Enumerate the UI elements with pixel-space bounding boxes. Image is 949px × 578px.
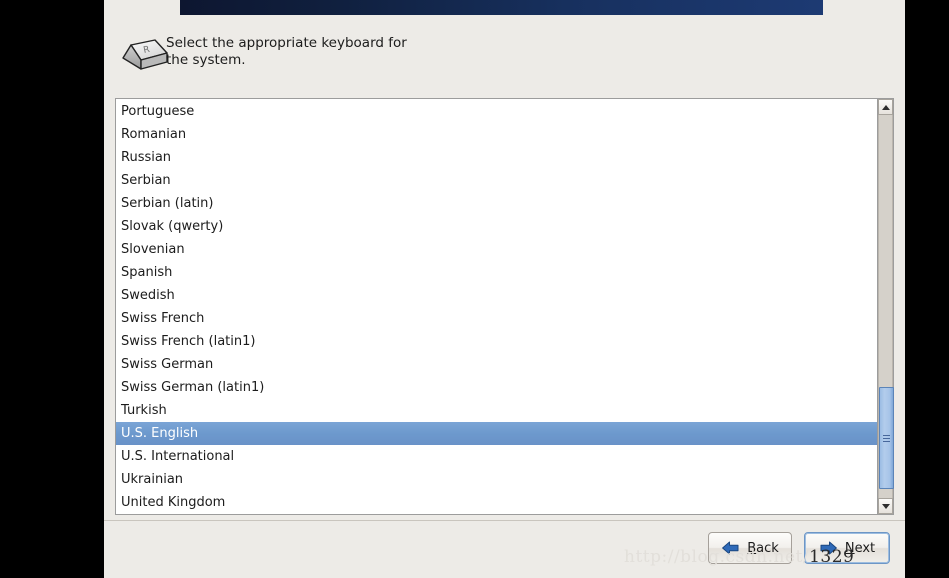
arrow-right-icon [819,540,838,556]
scroll-up-glyph [881,104,890,110]
list-item[interactable]: Spanish [116,261,877,284]
installer-banner [180,0,823,15]
scroll-down-glyph [881,503,890,509]
scroll-down-arrow-icon[interactable] [878,498,893,514]
navigation-button-bar: Back Next [104,520,905,578]
list-item[interactable]: Slovak (qwerty) [116,215,877,238]
list-item[interactable]: Russian [116,146,877,169]
screen-root: R Select the appropriate keyboard for th… [0,0,949,578]
keyboard-layout-listbox[interactable]: Portuguese Romanian Russian Serbian Serbian … [115,98,894,515]
scrollbar-thumb[interactable] [879,387,894,489]
back-button-mnemonic: B [747,540,757,556]
list-item[interactable]: Ukrainian [116,468,877,491]
list-item[interactable]: Slovenian [116,238,877,261]
keyboard-prompt-line1: Select the appropriate keyboard for [166,35,407,51]
scrollbar-track[interactable] [878,115,894,498]
list-item[interactable]: Portuguese [116,100,877,123]
installer-window: R Select the appropriate keyboard for th… [104,0,905,578]
list-item[interactable]: Serbian (latin) [116,192,877,215]
arrow-left-icon [721,540,740,556]
back-button-label-rest: ack [756,540,779,556]
list-item[interactable]: Swiss German (latin1) [116,376,877,399]
keyboard-prompt-text: Select the appropriate keyboard for the … [166,35,496,69]
next-button-mnemonic: N [844,540,855,556]
list-item[interactable]: Serbian [116,169,877,192]
list-item[interactable]: Swedish [116,284,877,307]
list-item[interactable]: Swiss French (latin1) [116,330,877,353]
list-item[interactable]: U.S. International [116,445,877,468]
installer-header: R Select the appropriate keyboard for th… [104,28,905,86]
list-rows-container: Portuguese Romanian Russian Serbian Serbian … [116,99,877,514]
back-button[interactable]: Back [708,532,792,564]
scroll-up-arrow-icon[interactable] [878,99,893,115]
list-item[interactable]: U.S. English [116,422,877,445]
next-button-label-rest: ext [854,540,876,556]
next-button[interactable]: Next [804,532,890,564]
back-button-label: Back [747,541,779,556]
next-button-label: Next [845,541,875,556]
list-viewport: Portuguese Romanian Russian Serbian Serbian … [116,99,877,514]
scrollbar-grip-icon [883,434,890,442]
list-item[interactable]: Turkish [116,399,877,422]
list-item[interactable]: Swiss French [116,307,877,330]
list-item[interactable]: Swiss German [116,353,877,376]
keyboard-prompt-line2: the system. [166,52,246,68]
keyboard-keycap-icon: R [117,36,171,80]
list-item[interactable]: Romanian [116,123,877,146]
list-scrollbar[interactable] [877,99,894,514]
list-item[interactable]: United Kingdom [116,491,877,514]
